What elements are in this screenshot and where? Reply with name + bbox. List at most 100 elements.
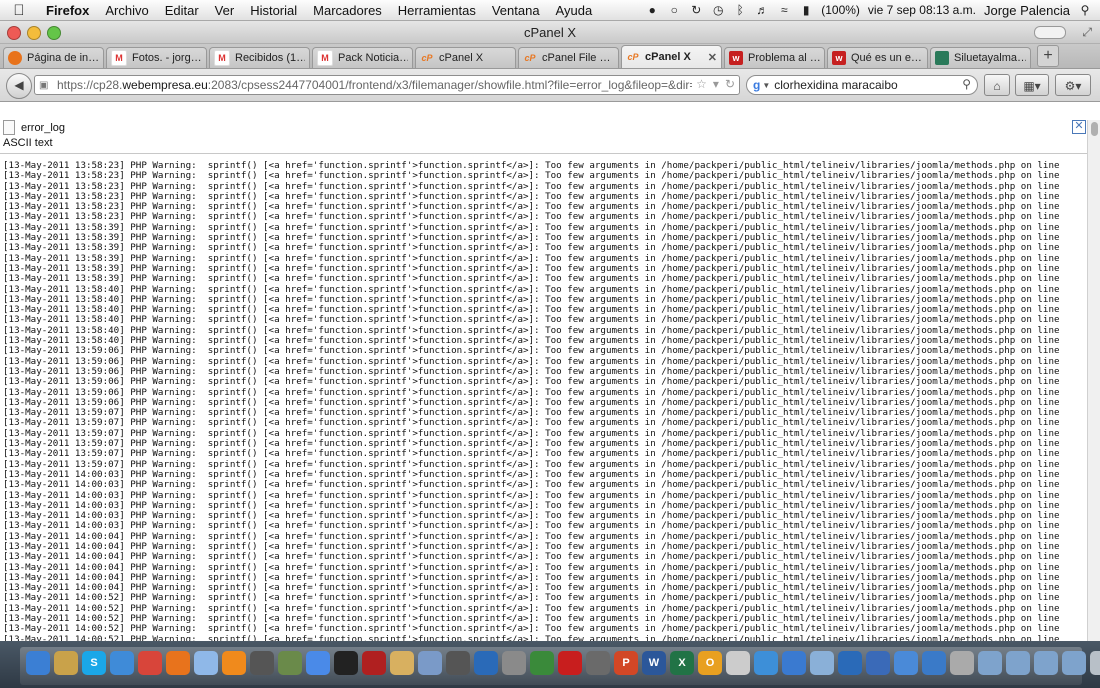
tab-fotos[interactable]: M Fotos. - jorg… [106,47,207,68]
menu-ventana[interactable]: Ventana [484,3,548,18]
history-dropdown-icon[interactable]: ▾ [713,77,719,91]
time-machine-icon[interactable]: ◷ [711,3,725,17]
chat-icon[interactable]: ○ [667,3,681,17]
close-tab-icon[interactable]: ✕ [708,51,717,64]
folder-icon[interactable] [1062,651,1086,675]
camera-icon[interactable] [250,651,274,675]
chrome-icon[interactable] [138,651,162,675]
iphoto-icon[interactable] [418,651,442,675]
preview-icon[interactable] [54,651,78,675]
lock-icon[interactable]: ▣ [39,80,53,91]
activity-icon[interactable] [530,651,554,675]
folder-icon[interactable] [1006,651,1030,675]
volume-icon[interactable]: ♬ [755,3,769,17]
close-icon[interactable]: ✕ [1072,120,1086,134]
photobooth-icon[interactable] [362,651,386,675]
network-icon[interactable] [810,651,834,675]
menu-marcadores[interactable]: Marcadores [305,3,390,18]
messages-icon[interactable] [194,651,218,675]
powerpoint-icon[interactable]: P [614,651,638,675]
status-app-icon[interactable]: ● [645,3,659,17]
tab-cpanel-1[interactable]: cP cPanel X [415,47,516,68]
tab-problema[interactable]: w Problema al … [724,47,825,68]
finder-icon[interactable] [26,651,50,675]
excel-icon[interactable]: X [670,651,694,675]
menu-ver[interactable]: Ver [207,3,243,18]
clock[interactable]: vie 7 sep 08:13 a.m. [868,3,976,17]
bluetooth-icon[interactable]: ᛒ [733,3,747,17]
dropbox-icon[interactable] [754,651,778,675]
word-icon[interactable]: W [642,651,666,675]
bookmark-star-icon[interactable]: ☆ [696,77,707,91]
star-icon[interactable] [446,651,470,675]
log-message: PHP Warning: sprintf() [<a href='functio… [130,633,1060,641]
search-engine-dropdown-icon[interactable]: ▼ [762,81,770,90]
tab-pagina-inicio[interactable]: Página de in… [3,47,104,68]
menu-ayuda[interactable]: Ayuda [548,3,601,18]
file-header: error_log [3,120,65,135]
safari-icon[interactable] [110,651,134,675]
menu-app-name[interactable]: Firefox [38,3,97,18]
viber-icon[interactable] [866,651,890,675]
tab-que-es[interactable]: w Qué es un e… [827,47,928,68]
toolbar-toggle-button[interactable] [1034,26,1066,39]
tab-label: cPanel X [645,51,691,63]
firefox-icon[interactable] [166,651,190,675]
tab-cpanel-file-manager[interactable]: cP cPanel File … [518,47,619,68]
menu-status-area: ● ○ ↻ ◷ ᛒ ♬ ≈ ▮ (100%) vie 7 sep 08:13 a… [645,0,1092,20]
url-bar[interactable]: ▣ https://cp28. webempresa.eu:2083/cpsess… [34,75,740,95]
tab-siluetayalma[interactable]: Siluetayalma… [930,47,1031,68]
tab-recibidos[interactable]: M Recibidos (1… [209,47,310,68]
back-button[interactable]: ◀ [6,73,32,99]
notes-icon[interactable] [390,651,414,675]
fullscreen-icon[interactable]: ⤢ [1082,25,1092,40]
appstore-icon[interactable] [922,651,946,675]
scrollbar-thumb[interactable] [1091,122,1098,136]
search-input[interactable]: clorhexidina maracaibo [774,78,897,92]
menu-herramientas[interactable]: Herramientas [390,3,484,18]
title-bar[interactable]: cPanel X ⤢ [0,21,1100,44]
trash-icon[interactable] [1090,651,1100,675]
menu-archivo[interactable]: Archivo [97,3,156,18]
tab-label: cPanel File … [542,52,611,64]
settings-icon[interactable] [586,651,610,675]
blackberry-icon[interactable] [334,651,358,675]
skype-icon[interactable]: S [82,651,106,675]
reload-icon[interactable]: ↻ [725,77,735,91]
messenger-icon[interactable] [838,651,862,675]
addons-button[interactable]: ⚙▾ [1055,74,1091,96]
acrobat-icon[interactable] [558,651,582,675]
folder-icon[interactable] [978,651,1002,675]
vertical-scrollbar[interactable] [1087,120,1100,641]
bookmarks-button[interactable]: ▦▾ [1015,74,1049,96]
photos-icon[interactable] [278,651,302,675]
search-bar[interactable]: g ▼ clorhexidina maracaibo ⚲ [746,75,978,95]
battery-percent[interactable]: (100%) [821,3,860,17]
wifi-icon[interactable]: ≈ [777,3,791,17]
vlc-icon[interactable] [222,651,246,675]
quicktime-icon[interactable] [474,651,498,675]
sync-icon[interactable]: ↻ [689,3,703,17]
menu-bar:  Firefox Archivo Editar Ver Historial M… [0,0,1100,21]
search-icon[interactable]: ⚲ [962,77,971,91]
menu-editar[interactable]: Editar [157,3,207,18]
tab-cpanel-active[interactable]: cP cPanel X ✕ [621,45,722,68]
spotlight-search-icon[interactable]: ⚲ [1078,3,1092,17]
google-icon[interactable]: g [753,78,760,92]
new-tab-button[interactable]: + [1037,45,1059,67]
document-icon [3,120,15,135]
itunes-icon[interactable] [306,651,330,675]
outlook-icon[interactable]: O [698,651,722,675]
tab-pack-noticias[interactable]: M Pack Noticia… [312,47,413,68]
transfer-icon[interactable] [782,651,806,675]
apple-icon[interactable]:  [0,2,38,19]
screenshot-icon[interactable] [950,651,974,675]
texteditor-icon[interactable] [726,651,750,675]
battery-icon[interactable]: ▮ [799,3,813,17]
utility-icon[interactable] [502,651,526,675]
user-name[interactable]: Jorge Palencia [984,3,1070,18]
home-button[interactable]: ⌂ [984,74,1010,96]
downloads-icon[interactable] [894,651,918,675]
folder-icon[interactable] [1034,651,1058,675]
menu-historial[interactable]: Historial [242,3,305,18]
